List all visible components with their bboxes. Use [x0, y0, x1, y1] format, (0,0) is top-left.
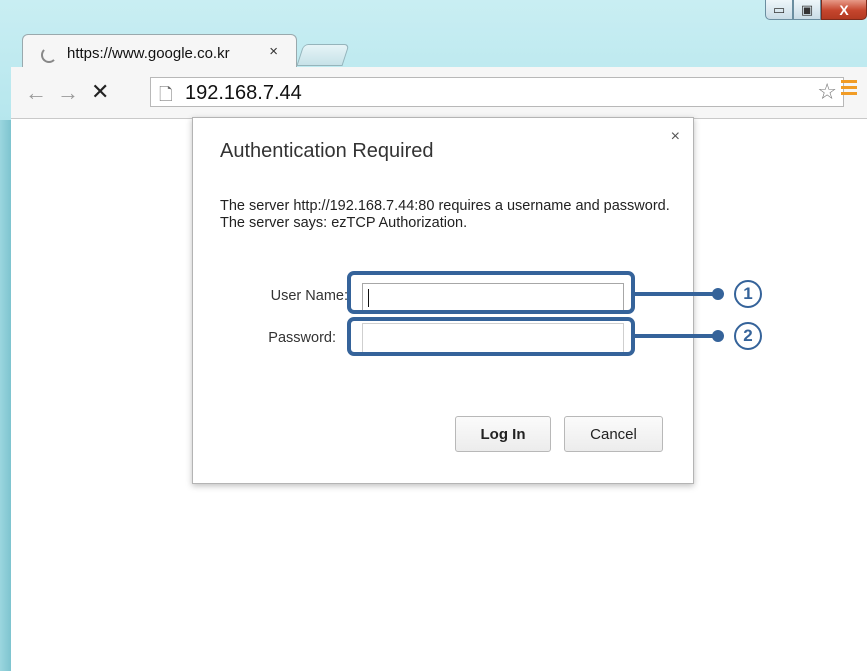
- window-controls: ▭ ▣ X: [765, 0, 867, 32]
- callout-highlight-password: [347, 317, 635, 356]
- cancel-button[interactable]: Cancel: [564, 416, 663, 452]
- callout-highlight-username: [347, 271, 635, 314]
- dialog-title: Authentication Required: [220, 140, 434, 162]
- forward-arrow-icon[interactable]: →: [57, 80, 79, 106]
- password-label: Password:: [268, 330, 336, 346]
- tab-active[interactable]: https://www.google.co.kr ×: [22, 34, 297, 68]
- callout-connector-1: [635, 292, 715, 296]
- loading-spinner-icon: [41, 47, 57, 63]
- page-icon: 🗋: [159, 85, 173, 104]
- maximize-button[interactable]: ▣: [793, 0, 821, 20]
- callout-dot-2: [712, 330, 724, 342]
- bookmark-star-icon[interactable]: ☆: [817, 79, 837, 105]
- chrome-menu-icon[interactable]: [841, 80, 857, 98]
- address-bar[interactable]: 🗋 192.168.7.44 ☆: [150, 77, 844, 107]
- callout-number-2: 2: [734, 322, 762, 350]
- browser-toolbar: ← → ✕ 🗋 192.168.7.44 ☆: [11, 67, 867, 119]
- back-arrow-icon[interactable]: ←: [25, 80, 47, 106]
- window-border-left: [0, 120, 11, 671]
- dialog-close-icon[interactable]: ×: [671, 128, 680, 146]
- tab-close-icon[interactable]: ×: [269, 43, 278, 60]
- tab-title: https://www.google.co.kr: [67, 45, 230, 62]
- login-button[interactable]: Log In: [455, 416, 551, 452]
- minimize-button[interactable]: ▭: [765, 0, 793, 20]
- callout-dot-1: [712, 288, 724, 300]
- callout-number-1: 1: [734, 280, 762, 308]
- stop-loading-icon[interactable]: ✕: [91, 79, 109, 105]
- url-text[interactable]: 192.168.7.44: [185, 82, 302, 105]
- dialog-message: The server http://192.168.7.44:80 requir…: [220, 198, 670, 231]
- callout-connector-2: [635, 334, 715, 338]
- window-close-button[interactable]: X: [821, 0, 867, 20]
- username-label: User Name:: [270, 288, 348, 304]
- new-tab-button[interactable]: [296, 44, 350, 66]
